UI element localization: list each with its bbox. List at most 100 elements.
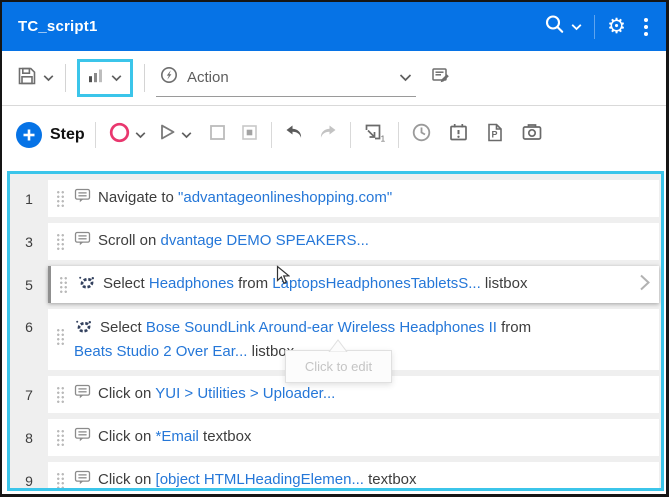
step-text-segment: listbox	[481, 275, 528, 292]
toolbar-divider	[350, 122, 351, 148]
step-text-segment: Scroll on	[98, 232, 161, 249]
step-card[interactable]: Scroll on dvantage DEMO SPEAKERS...	[48, 223, 659, 260]
stop-square-icon	[208, 123, 227, 147]
step-card[interactable]: Select Headphones from LaptopsHeadphones…	[48, 266, 659, 303]
drag-handle-icon[interactable]	[56, 472, 65, 489]
step-text-segment[interactable]: Beats Studio 2 Over Ear...	[74, 343, 247, 360]
report-step-button[interactable]: P	[483, 120, 507, 150]
screenshot-button[interactable]	[519, 120, 545, 149]
record-dropdown-chevron-icon[interactable]	[135, 126, 146, 144]
step-text-segment: Click on	[98, 471, 156, 488]
step-text-segment: textbox	[199, 428, 252, 445]
step-text-segment: Select	[103, 275, 149, 292]
step-card[interactable]: Click on *Email textbox	[48, 419, 659, 456]
step-row: 9 Click on [object HTMLHeadingElemen... t…	[10, 462, 661, 491]
redo-arrow-icon	[317, 123, 338, 146]
redo-button[interactable]	[315, 121, 340, 148]
comment-icon	[74, 427, 91, 450]
step-text-segment[interactable]: "advantageonlineshopping.com"	[178, 189, 392, 206]
step-text-segment: textbox	[364, 471, 417, 488]
run-dropdown-chevron-icon[interactable]	[181, 126, 192, 144]
comment-icon	[74, 188, 91, 211]
action-dropdown-value: Action	[187, 69, 390, 86]
step-text-segment: Select	[100, 319, 146, 336]
step-number: 5	[10, 266, 48, 303]
action-dropdown[interactable]: Action	[156, 59, 416, 97]
undo-button[interactable]	[282, 121, 307, 148]
step-number: 7	[10, 376, 48, 413]
save-dropdown-chevron-icon[interactable]	[43, 69, 54, 87]
expand-step-chevron-icon[interactable]	[638, 273, 651, 297]
record-icon	[108, 121, 131, 149]
step-text-segment[interactable]: Bose SoundLink Around-ear Wireless Headp…	[146, 319, 497, 336]
drag-handle-icon[interactable]	[59, 276, 68, 293]
step-text-segment[interactable]: LaptopsHeadphonesTabletsS...	[272, 275, 480, 292]
drag-handle-icon[interactable]	[56, 233, 65, 250]
gear-icon: ⚙	[607, 16, 626, 37]
undo-arrow-icon	[284, 123, 305, 146]
step-description: Click on YUI > Utilities > Uploader...	[74, 383, 649, 407]
add-step-button[interactable]: Step	[16, 122, 85, 148]
smart-object-icon	[74, 319, 93, 341]
step-text-segment: from	[497, 319, 531, 336]
wait-step-button[interactable]	[409, 120, 434, 150]
step-card[interactable]: Click on [object HTMLHeadingElemen... te…	[48, 462, 659, 491]
more-options-button[interactable]	[642, 16, 650, 38]
clock-icon	[411, 122, 432, 148]
comment-icon	[74, 470, 91, 492]
stop-capture-button[interactable]	[238, 121, 261, 149]
action-dropdown-chevron-icon[interactable]	[399, 69, 412, 87]
verification-step-button[interactable]	[446, 120, 471, 150]
drag-handle-icon[interactable]	[56, 386, 65, 403]
step-text-segment[interactable]: Headphones	[149, 275, 234, 292]
stop-square-dot-icon	[240, 123, 259, 147]
drag-handle-icon[interactable]	[56, 328, 65, 345]
step-number: 6	[10, 309, 48, 370]
mouse-cursor-icon	[276, 265, 290, 290]
run-button[interactable]	[156, 120, 194, 149]
edit-description-button[interactable]	[430, 65, 451, 91]
step-text-segment: from	[234, 275, 272, 292]
step-row: 8 Click on *Email textbox	[10, 419, 661, 456]
script-title: TC_script1	[18, 18, 98, 35]
drag-handle-icon[interactable]	[56, 429, 65, 446]
step-number: 8	[10, 419, 48, 456]
camera-icon	[521, 122, 543, 147]
toolbar-divider	[271, 122, 272, 148]
save-icon	[16, 65, 38, 92]
plus-icon	[16, 122, 42, 148]
search-dropdown-chevron-icon[interactable]	[571, 18, 582, 36]
document-p-icon: P	[485, 122, 505, 148]
header-bar: TC_script1 ⚙	[2, 2, 666, 51]
search-icon	[543, 13, 566, 41]
step-number: 1	[10, 180, 48, 217]
smart-object-icon	[77, 275, 96, 297]
step-text-segment[interactable]: dvantage DEMO SPEAKERS...	[161, 232, 369, 249]
view-selector-button[interactable]	[77, 59, 133, 97]
step-description: Navigate to "advantageonlineshopping.com…	[74, 187, 649, 211]
search-button[interactable]	[543, 13, 582, 41]
calendar-exclamation-icon	[448, 122, 469, 148]
tooltip-text: Click to edit	[305, 359, 372, 374]
stop-button[interactable]	[206, 121, 229, 149]
step-number: 9	[10, 462, 48, 491]
view-dropdown-chevron-icon[interactable]	[111, 69, 122, 87]
step-description: Click on *Email textbox	[74, 426, 649, 450]
step-row: 3Scroll on dvantage DEMO SPEAKERS...	[10, 223, 661, 260]
toolbar-divider	[95, 122, 96, 148]
step-card[interactable]: Navigate to "advantageonlineshopping.com…	[48, 180, 659, 217]
object-selector-button[interactable]: 1	[361, 120, 388, 150]
step-text-segment[interactable]: [object HTMLHeadingElemen...	[156, 471, 364, 488]
settings-button[interactable]: ⚙	[607, 16, 626, 37]
tooltip: Click to edit	[285, 350, 392, 383]
play-icon	[158, 122, 177, 147]
step-description: Click on [object HTMLHeadingElemen... te…	[74, 469, 649, 492]
drag-handle-icon[interactable]	[56, 190, 65, 207]
step-text-segment[interactable]: *Email	[156, 428, 199, 445]
step-text-segment[interactable]: YUI > Utilities > Uploader...	[155, 385, 335, 402]
save-button[interactable]	[16, 65, 54, 92]
tooltip-arrow	[328, 339, 348, 355]
record-button[interactable]	[106, 119, 148, 151]
step-text-segment: Navigate to	[98, 189, 178, 206]
svg-text:P: P	[491, 129, 497, 139]
